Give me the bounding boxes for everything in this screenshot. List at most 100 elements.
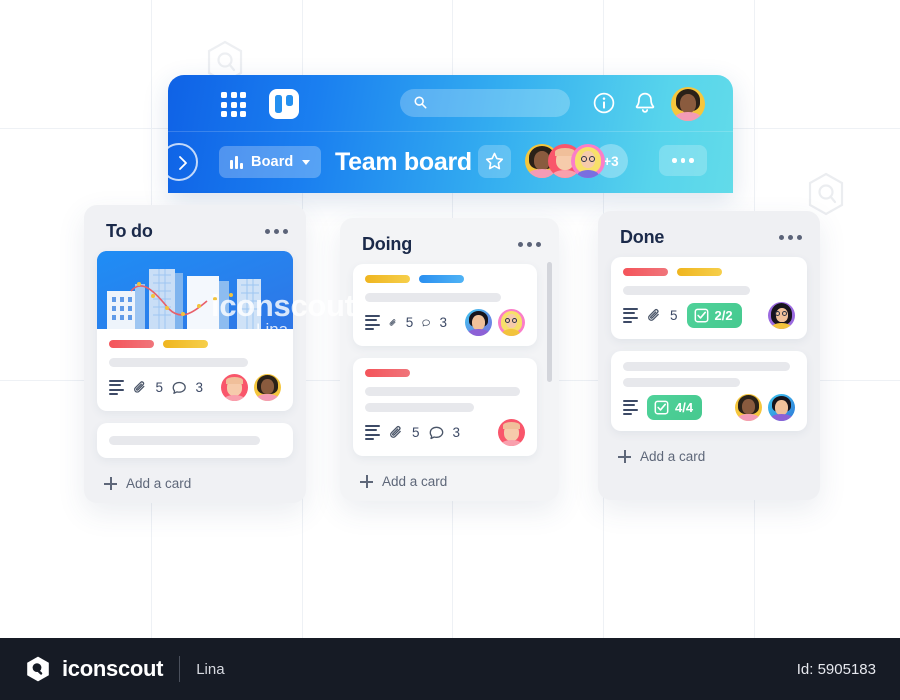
column-header: Doing — [340, 218, 559, 264]
column-todo: To do 5 3 Add a card — [84, 205, 306, 503]
more-dots-icon[interactable] — [518, 242, 541, 247]
add-card-todo[interactable]: Add a card — [84, 470, 306, 491]
column-scrollbar[interactable] — [547, 262, 552, 382]
hexagon-watermark-icon — [806, 172, 846, 216]
apps-grid-icon[interactable] — [221, 92, 246, 117]
card-labels — [365, 369, 525, 377]
trello-logo-icon[interactable] — [269, 89, 299, 119]
avatar[interactable] — [498, 419, 525, 446]
paperclip-icon — [390, 425, 401, 438]
description-lines-icon — [365, 424, 380, 441]
card-meta: 5 3 — [365, 309, 525, 336]
comment-count: 3 — [452, 425, 461, 440]
iconscout-logo-icon — [27, 656, 49, 682]
card-labels — [109, 340, 281, 348]
add-card-label: Add a card — [126, 476, 192, 491]
column-title: Doing — [362, 234, 412, 254]
card-title-placeholder — [365, 387, 521, 396]
avatar[interactable] — [465, 309, 492, 336]
comment-count: 3 — [195, 380, 203, 395]
card-body: 5 3 — [353, 264, 537, 346]
checklist-count: 4/4 — [675, 400, 694, 415]
add-card-done[interactable]: Add a card — [598, 443, 820, 464]
card-cover-image — [97, 251, 293, 329]
card-members[interactable] — [768, 302, 795, 329]
avatar[interactable] — [735, 394, 762, 421]
label-red — [365, 369, 410, 377]
board-menu-button[interactable] — [659, 145, 707, 176]
description-lines-icon — [365, 314, 380, 331]
comment-icon — [422, 319, 431, 326]
attachment-count: 5 — [155, 380, 164, 395]
card-title-placeholder — [365, 293, 501, 302]
card-title-placeholder — [623, 362, 790, 371]
column-title: To do — [106, 221, 153, 241]
description-lines-icon — [109, 379, 124, 396]
footer-author: Lina — [196, 660, 225, 678]
avatar[interactable] — [768, 394, 795, 421]
board-subheader: Board Team board +3 — [168, 132, 733, 193]
avatar[interactable] — [221, 374, 248, 401]
avatar[interactable] — [254, 374, 281, 401]
card-meta: 5 3 — [109, 374, 281, 401]
search-icon — [414, 96, 427, 109]
bell-icon[interactable] — [634, 91, 656, 115]
info-circle-icon[interactable] — [593, 92, 615, 114]
column-doing: Doing 5 3 5 3 Add a card — [340, 218, 559, 501]
avatar[interactable] — [671, 87, 705, 121]
board-members[interactable]: +3 — [525, 144, 628, 178]
column-header: Done — [598, 211, 820, 257]
board-title: Team board — [335, 148, 472, 176]
card-meta: 5 2/2 — [623, 302, 795, 329]
card[interactable]: 5 3 — [97, 251, 293, 411]
card-title-placeholder — [623, 286, 751, 295]
card-title-placeholder — [365, 403, 474, 412]
more-dots-icon[interactable] — [265, 229, 288, 234]
plus-icon — [618, 450, 631, 463]
board-bars-icon — [230, 155, 243, 169]
add-card-label: Add a card — [640, 449, 706, 464]
paperclip-icon — [389, 318, 396, 326]
card-members[interactable] — [498, 419, 525, 446]
card[interactable]: 5 3 — [353, 264, 537, 346]
more-dots-icon[interactable] — [779, 235, 802, 240]
checklist-count: 2/2 — [714, 308, 733, 323]
card-labels — [623, 268, 795, 276]
card-body: 5 2/2 — [611, 257, 807, 339]
app-topbar — [168, 75, 733, 132]
board-view-label: Board — [251, 154, 294, 170]
card-body: 5 3 — [97, 329, 293, 411]
board-view-selector[interactable]: Board — [219, 146, 322, 178]
paperclip-icon — [648, 308, 659, 321]
footer-brand: iconscout — [62, 656, 164, 681]
trello-app-window: Board Team board +3 — [168, 75, 733, 193]
card-members[interactable] — [221, 374, 281, 401]
chevron-right-icon — [179, 156, 187, 170]
card-members[interactable] — [735, 394, 795, 421]
illustration-canvas: Board Team board +3 To do 5 3 Add a card… — [0, 0, 900, 700]
label-red — [623, 268, 668, 276]
label-yellow — [365, 275, 410, 283]
avatar[interactable] — [571, 144, 605, 178]
comment-icon — [429, 426, 443, 439]
description-lines-icon — [623, 307, 638, 324]
card-body: 5 3 — [353, 358, 537, 456]
card-members[interactable] — [465, 309, 525, 336]
card[interactable]: 4/4 — [611, 351, 807, 431]
star-button[interactable] — [478, 145, 511, 178]
card-title-placeholder — [109, 358, 249, 367]
attachment-count: 5 — [405, 315, 414, 330]
column-header: To do — [84, 205, 306, 251]
avatar[interactable] — [768, 302, 795, 329]
add-card-doing[interactable]: Add a card — [340, 468, 559, 489]
card[interactable] — [97, 423, 293, 458]
back-button[interactable] — [168, 143, 198, 181]
avatar[interactable] — [498, 309, 525, 336]
card[interactable]: 5 2/2 — [611, 257, 807, 339]
checklist-badge: 4/4 — [647, 395, 703, 420]
card-title-placeholder — [109, 436, 261, 445]
description-lines-icon — [623, 399, 638, 416]
checklist-icon — [654, 400, 669, 415]
card[interactable]: 5 3 — [353, 358, 537, 456]
search-input[interactable] — [400, 89, 570, 117]
